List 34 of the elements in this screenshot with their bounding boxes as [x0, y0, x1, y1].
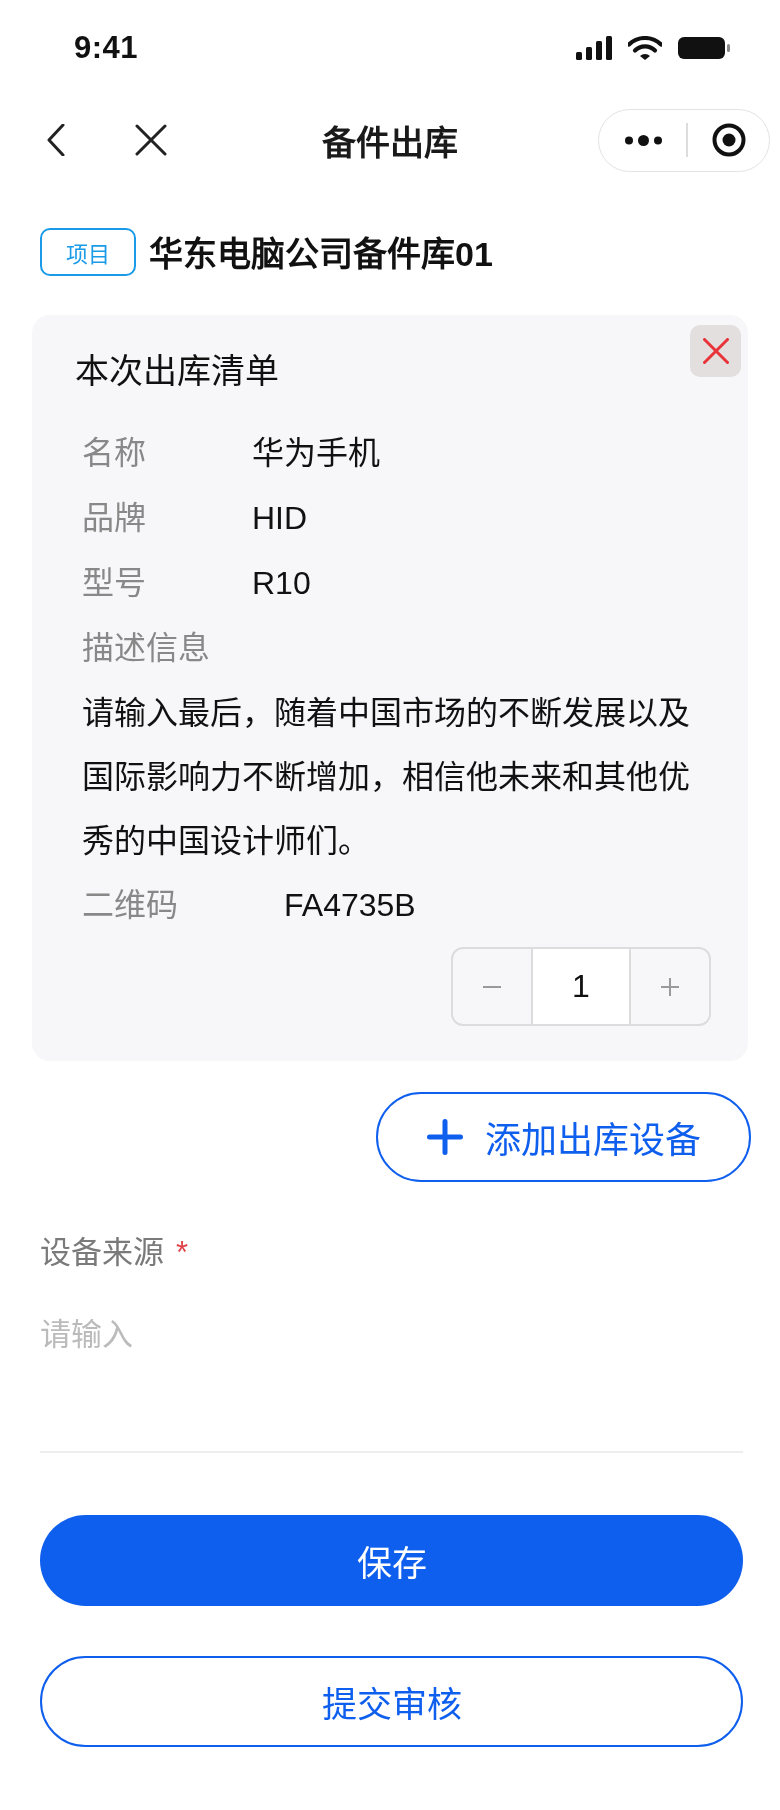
remove-button[interactable]: [690, 325, 741, 377]
plus-icon: [661, 977, 679, 996]
back-icon[interactable]: [47, 124, 65, 156]
field-value: 华为手机: [252, 434, 380, 473]
plus-icon: [426, 1119, 463, 1155]
save-button[interactable]: 保存: [40, 1515, 743, 1606]
field-label: 设备来源: [40, 1234, 164, 1272]
required-mark: *: [176, 1234, 189, 1272]
wifi-icon: [628, 36, 662, 60]
signal-icon: [576, 36, 612, 60]
status-time: 9:41: [74, 30, 139, 66]
close-icon[interactable]: [135, 124, 167, 156]
submit-button[interactable]: 提交审核: [40, 1656, 743, 1747]
project-name: 华东电脑公司备件库01: [149, 234, 493, 275]
add-device-button[interactable]: 添加出库设备: [376, 1092, 751, 1182]
field-label: 品牌: [82, 499, 146, 538]
field-label: 型号: [82, 564, 146, 603]
field-value: FA4735B: [284, 886, 416, 925]
input-field[interactable]: 请输入: [40, 1301, 743, 1453]
page-title: 备件出库: [322, 122, 458, 164]
more-icon[interactable]: [625, 134, 662, 146]
description-text: 请输入最后，随着中国市场的不断发展以及国际影响力不断增加，相信他未来和其他优秀的中国设计师们。: [82, 694, 691, 861]
field-label: 二维码: [82, 886, 178, 925]
project-tag: 项目: [40, 227, 136, 276]
field-label: 描述信息: [82, 629, 210, 668]
close-icon: [702, 338, 729, 364]
battery-icon: [678, 37, 730, 59]
card-title: 本次出库清单: [75, 351, 279, 392]
minus-icon: [483, 985, 501, 988]
field-label: 名称: [82, 434, 146, 473]
target-icon[interactable]: [711, 123, 746, 157]
quantity-field[interactable]: 1: [531, 949, 631, 1024]
field-value: R10: [252, 564, 311, 603]
field-value: HID: [252, 499, 308, 538]
